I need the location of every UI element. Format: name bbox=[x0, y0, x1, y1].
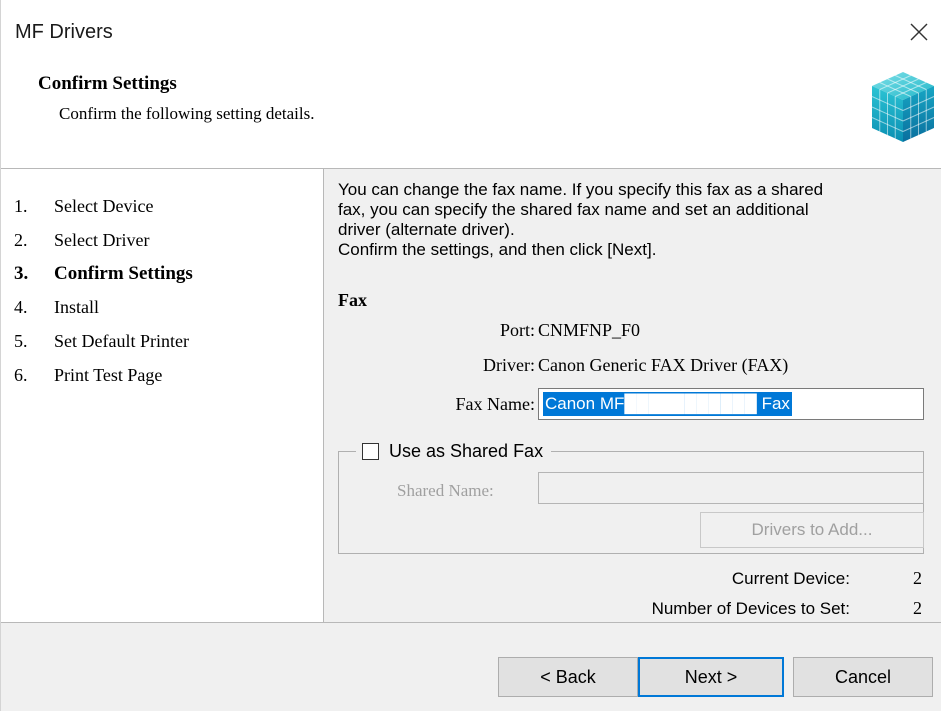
shared-fax-checkbox[interactable] bbox=[362, 442, 379, 460]
step-print-test-page: 6. Print Test Page bbox=[14, 365, 163, 385]
close-button[interactable] bbox=[896, 12, 941, 52]
shared-fax-checkbox-row[interactable]: Use as Shared Fax bbox=[356, 438, 552, 464]
title-bar: MF Drivers bbox=[1, 0, 941, 58]
printer-cube-icon bbox=[871, 72, 935, 142]
step-select-device: 1. Select Device bbox=[14, 196, 154, 216]
step-confirm-settings: 3. Confirm Settings bbox=[14, 263, 193, 284]
mf-drivers-window: MF Drivers Confirm Settings Confirm the … bbox=[0, 0, 941, 711]
next-button[interactable]: Next > bbox=[638, 657, 784, 697]
current-device-label: Current Device: bbox=[731, 569, 850, 588]
back-button[interactable]: < Back bbox=[498, 657, 638, 697]
settings-panel: You can change the fax name. If you spec… bbox=[324, 169, 941, 622]
wizard-footer: < Back Next > Cancel bbox=[1, 623, 941, 711]
step-set-default-printer: 5. Set Default Printer bbox=[14, 331, 189, 351]
wizard-steps-list: 1. Select Device 2. Select Driver 3. Con… bbox=[1, 169, 323, 622]
wizard-header: Confirm Settings Confirm the following s… bbox=[1, 58, 941, 168]
num-devices-label: Number of Devices to Set: bbox=[651, 599, 850, 618]
drivers-to-add-button[interactable]: Drivers to Add... bbox=[700, 512, 924, 548]
shared-name-input[interactable] bbox=[538, 472, 924, 504]
window-title: MF Drivers bbox=[15, 21, 113, 43]
port-label: Port: bbox=[499, 320, 535, 340]
shared-name-label: Shared Name: bbox=[397, 481, 494, 500]
fax-name-input[interactable]: Canon MF███████████ Fax bbox=[538, 388, 924, 420]
current-device-value: 2 bbox=[913, 568, 922, 588]
driver-value: Canon Generic FAX Driver (FAX) bbox=[538, 355, 789, 375]
page-title: Confirm Settings bbox=[38, 73, 177, 94]
fax-name-label: Fax Name: bbox=[455, 394, 535, 414]
shared-fax-checkbox-label: Use as Shared Fax bbox=[389, 440, 544, 461]
port-value: CNMFNP_F0 bbox=[538, 320, 641, 340]
fax-section-heading: Fax bbox=[338, 290, 367, 310]
page-subtitle: Confirm the following setting details. bbox=[59, 104, 315, 123]
num-devices-value: 2 bbox=[913, 598, 922, 618]
cancel-button[interactable]: Cancel bbox=[793, 657, 933, 697]
fax-name-selected-text: Canon MF███████████ Fax bbox=[543, 392, 792, 416]
driver-label: Driver: bbox=[483, 355, 535, 375]
close-icon bbox=[910, 23, 928, 41]
step-select-driver: 2. Select Driver bbox=[14, 230, 150, 250]
step-install: 4. Install bbox=[14, 297, 99, 317]
instructions-text: You can change the fax name. If you spec… bbox=[338, 180, 824, 259]
